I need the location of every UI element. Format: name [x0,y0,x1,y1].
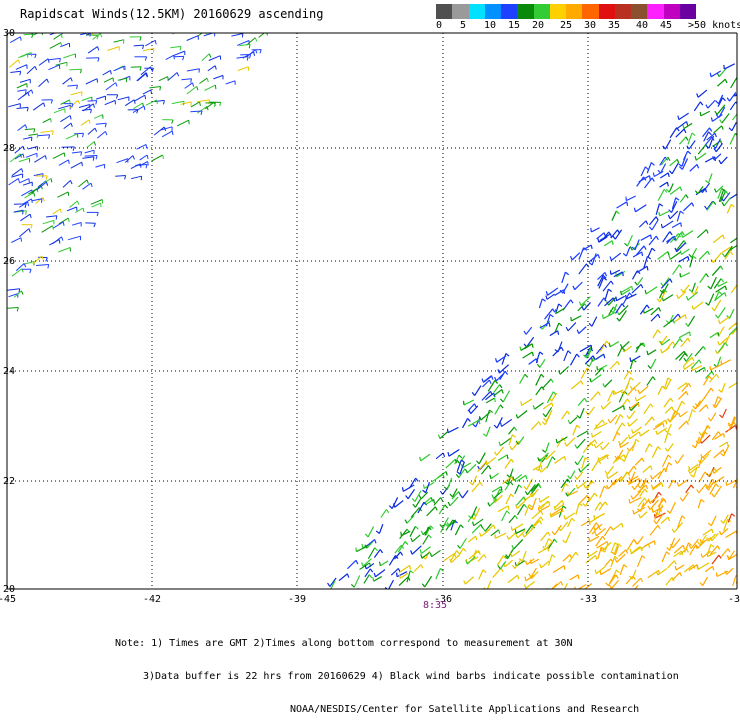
swath-left-winds [7,26,267,312]
note-line-2: 3)Data buffer is 22 hrs from 20160629 4)… [115,671,679,682]
axis-tick-labels: -45-42-39-36-33-30302826242220 [0,28,740,605]
lat-tick-5: 20 [3,584,15,595]
lon-tick-1: -42 [143,594,161,605]
lat-tick-4: 22 [3,476,15,487]
lon-tick-2: -39 [288,594,306,605]
wind-map: -45-42-39-36-33-30302826242220 [0,0,740,650]
note-line-3: NOAA/NESDIS/Center for Satellite Applica… [115,704,679,715]
lat-tick-1: 28 [3,143,15,154]
lat-tick-0: 30 [3,28,15,39]
lat-tick-2: 26 [3,256,15,267]
footnotes: Note: 1) Times are GMT 2)Times along bot… [115,616,679,726]
lon-tick-5: -30 [728,594,740,605]
swath-right-winds [327,64,740,600]
lon-tick-0: -45 [0,594,16,605]
note-line-1: Note: 1) Times are GMT 2)Times along bot… [115,638,679,649]
lat-tick-3: 24 [3,366,15,377]
lon-tick-4: -33 [579,594,597,605]
pass-time-label: 8:35 [423,600,447,611]
lat-lon-grid [7,33,737,589]
